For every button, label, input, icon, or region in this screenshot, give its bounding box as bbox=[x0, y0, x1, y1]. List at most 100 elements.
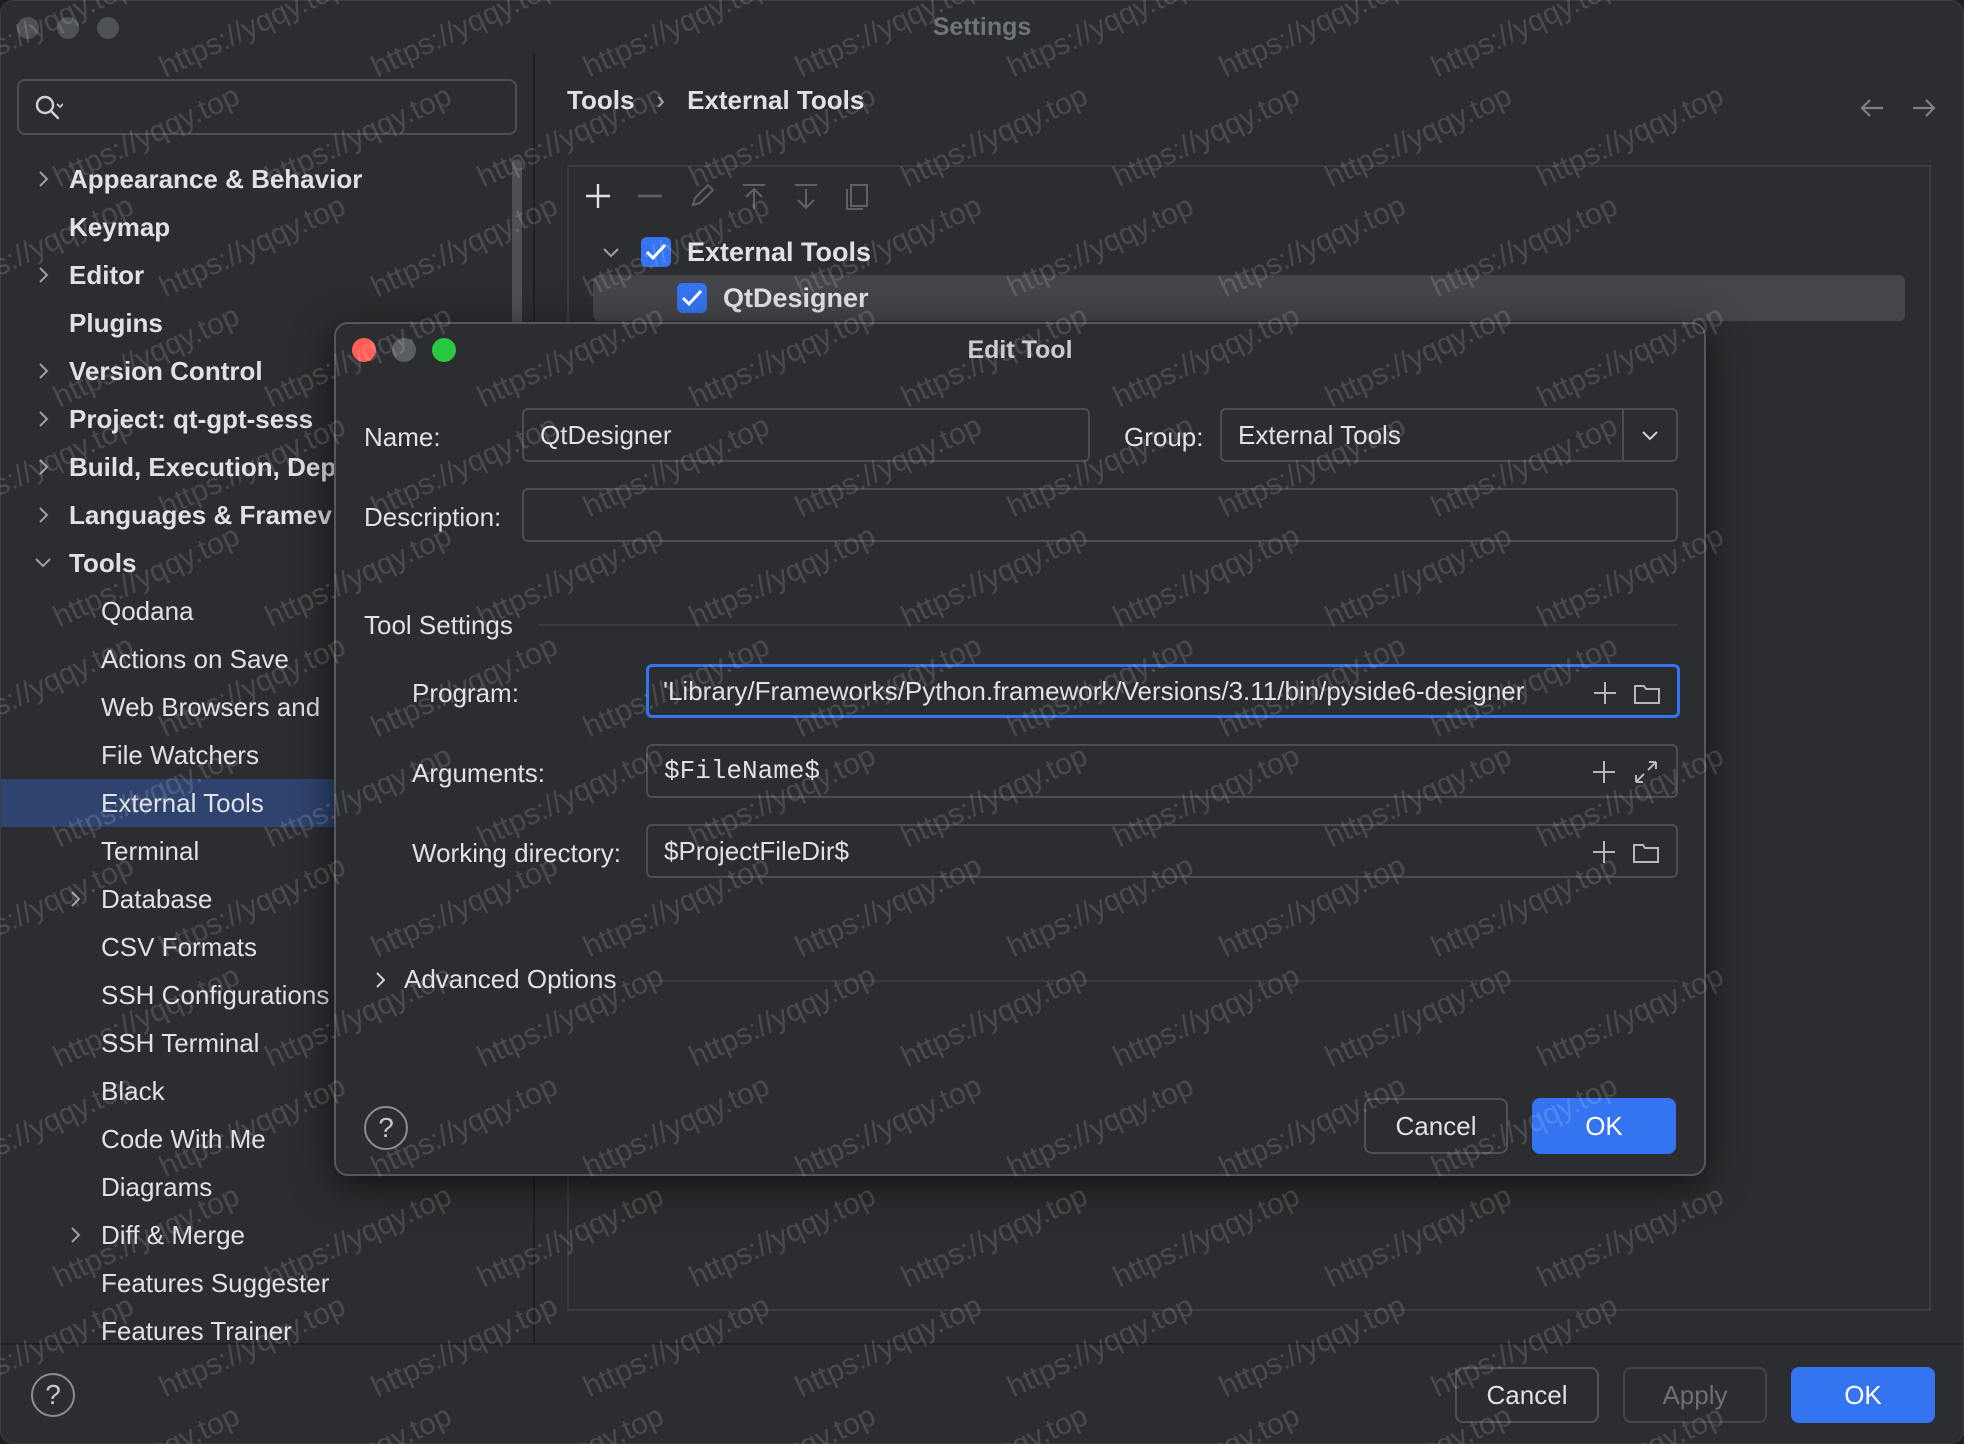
folder-icon[interactable] bbox=[1633, 679, 1661, 707]
arguments-field[interactable]: $FileName$ bbox=[646, 744, 1678, 798]
sidebar-item-label: Diff & Merge bbox=[101, 1220, 246, 1250]
ok-button[interactable]: OK bbox=[1791, 1367, 1935, 1423]
sidebar-item-label: Version Control bbox=[69, 356, 263, 386]
chevron-right-icon[interactable] bbox=[33, 361, 53, 381]
dialog-help-button[interactable]: ? bbox=[364, 1106, 408, 1150]
sidebar-item[interactable]: Editor bbox=[1, 251, 533, 299]
sidebar-item-label: Languages & Framev bbox=[69, 500, 332, 530]
name-field[interactable]: QtDesigner bbox=[522, 408, 1090, 462]
help-button[interactable]: ? bbox=[31, 1373, 75, 1417]
edit-tool-dialog: Edit Tool Name: QtDesigner Group: Extern… bbox=[334, 322, 1706, 1176]
sidebar-item-label: Black bbox=[101, 1076, 165, 1106]
working-directory-value: $ProjectFileDir$ bbox=[664, 836, 849, 866]
chevron-right-icon[interactable] bbox=[33, 457, 53, 477]
sidebar-item-label: Editor bbox=[69, 260, 145, 290]
chevron-right-icon[interactable] bbox=[33, 505, 53, 525]
footer-divider bbox=[1, 1343, 1963, 1345]
move-up-icon[interactable] bbox=[737, 179, 771, 213]
combo-divider bbox=[1622, 410, 1624, 460]
description-field[interactable] bbox=[522, 488, 1678, 542]
folder-icon[interactable] bbox=[1632, 838, 1660, 866]
sidebar-item-label: File Watchers bbox=[101, 740, 259, 770]
add-icon[interactable] bbox=[581, 179, 615, 213]
sidebar-item-label: Plugins bbox=[69, 308, 163, 338]
name-label: Name: bbox=[364, 422, 441, 452]
dialog-title: Edit Tool bbox=[967, 336, 1073, 364]
insert-macro-icon[interactable] bbox=[1590, 758, 1618, 786]
chevron-right-icon[interactable] bbox=[65, 1225, 85, 1245]
sidebar-item-label: Appearance & Behavior bbox=[69, 164, 363, 194]
sidebar-item[interactable]: Features Trainer bbox=[1, 1307, 533, 1355]
breadcrumb-separator: › bbox=[656, 85, 666, 115]
group-checkbox[interactable] bbox=[641, 237, 671, 267]
sidebar-item-label: Build, Execution, Dep bbox=[69, 452, 337, 482]
title-bar: Settings bbox=[1, 1, 1963, 53]
breadcrumb-parent[interactable]: Tools bbox=[567, 85, 634, 116]
tool-checkbox[interactable] bbox=[677, 283, 707, 313]
sidebar-item-label: SSH Configurations bbox=[101, 980, 330, 1010]
dialog-ok-button[interactable]: OK bbox=[1532, 1098, 1676, 1154]
group-value: External Tools bbox=[1238, 420, 1401, 450]
window-title: Settings bbox=[932, 13, 1032, 41]
insert-macro-icon[interactable] bbox=[1591, 679, 1619, 707]
sidebar-item[interactable]: Features Suggester bbox=[1, 1259, 533, 1307]
edit-icon[interactable] bbox=[685, 179, 719, 213]
sidebar-item-label: Actions on Save bbox=[101, 644, 289, 674]
forward-arrow-icon[interactable] bbox=[1909, 93, 1939, 123]
breadcrumb: Tools › External Tools bbox=[567, 85, 864, 116]
dialog-cancel-button[interactable]: Cancel bbox=[1364, 1098, 1508, 1154]
arguments-value: $FileName$ bbox=[664, 756, 821, 786]
breadcrumb-current: External Tools bbox=[687, 85, 865, 115]
sidebar-item-label: Qodana bbox=[101, 596, 194, 626]
program-value: 'Library/Frameworks/Python.framework/Ver… bbox=[663, 676, 1525, 706]
group-combobox[interactable]: External Tools bbox=[1220, 408, 1678, 462]
chevron-right-icon[interactable] bbox=[33, 169, 53, 189]
sidebar-scrollbar[interactable] bbox=[512, 159, 522, 339]
move-down-icon[interactable] bbox=[789, 179, 823, 213]
tool-label: QtDesigner bbox=[723, 283, 869, 313]
cancel-button[interactable]: Cancel bbox=[1455, 1367, 1599, 1423]
chevron-right-icon[interactable] bbox=[33, 409, 53, 429]
sidebar-item-label: Features Suggester bbox=[101, 1268, 330, 1298]
copy-icon[interactable] bbox=[841, 179, 875, 213]
search-icon bbox=[35, 95, 63, 120]
chevron-down-icon[interactable] bbox=[601, 243, 621, 263]
sidebar-item-label: Web Browsers and bbox=[101, 692, 321, 722]
group-label-text: Group: bbox=[1124, 422, 1204, 452]
chevron-right-icon[interactable] bbox=[65, 889, 85, 909]
sidebar-item[interactable]: Appearance & Behavior bbox=[1, 155, 533, 203]
sidebar-item-label: Project: qt-gpt-sess bbox=[69, 404, 314, 434]
sidebar-item-label: Terminal bbox=[101, 836, 200, 866]
sidebar-item-label: External Tools bbox=[101, 788, 264, 818]
check-icon bbox=[681, 289, 703, 307]
tool-settings-separator bbox=[538, 624, 1678, 626]
chevron-down-icon[interactable] bbox=[33, 553, 53, 573]
description-label: Description: bbox=[364, 502, 502, 532]
chevron-right-icon[interactable] bbox=[370, 970, 390, 990]
sidebar-item-label: CSV Formats bbox=[101, 932, 258, 962]
sidebar-item[interactable]: Keymap bbox=[1, 203, 533, 251]
remove-icon[interactable] bbox=[633, 179, 667, 213]
back-arrow-icon[interactable] bbox=[1857, 93, 1887, 123]
expand-icon[interactable] bbox=[1632, 758, 1660, 786]
sidebar-item-label: Features Trainer bbox=[101, 1316, 292, 1346]
arguments-label: Arguments: bbox=[412, 758, 545, 788]
sidebar-item-label: Code With Me bbox=[101, 1124, 266, 1154]
program-label: Program: bbox=[412, 678, 519, 708]
external-tools-group-row[interactable]: External Tools bbox=[593, 229, 1493, 275]
sidebar-item-label: Diagrams bbox=[101, 1172, 213, 1202]
tool-row-qtdesigner[interactable]: QtDesigner bbox=[593, 275, 1905, 321]
working-directory-field[interactable]: $ProjectFileDir$ bbox=[646, 824, 1678, 878]
sidebar-item-label: SSH Terminal bbox=[101, 1028, 260, 1058]
sidebar-item[interactable]: Diff & Merge bbox=[1, 1211, 533, 1259]
sidebar-item-label: Tools bbox=[69, 548, 137, 578]
check-icon bbox=[645, 243, 667, 261]
program-field[interactable]: 'Library/Frameworks/Python.framework/Ver… bbox=[646, 664, 1680, 718]
search-input[interactable] bbox=[17, 79, 517, 135]
insert-macro-icon[interactable] bbox=[1590, 838, 1618, 866]
apply-button[interactable]: Apply bbox=[1623, 1367, 1767, 1423]
advanced-options-toggle[interactable]: Advanced Options bbox=[404, 964, 616, 995]
chevron-right-icon[interactable] bbox=[33, 265, 53, 285]
chevron-down-icon[interactable] bbox=[1640, 425, 1660, 445]
sidebar-item-label: Database bbox=[101, 884, 213, 914]
